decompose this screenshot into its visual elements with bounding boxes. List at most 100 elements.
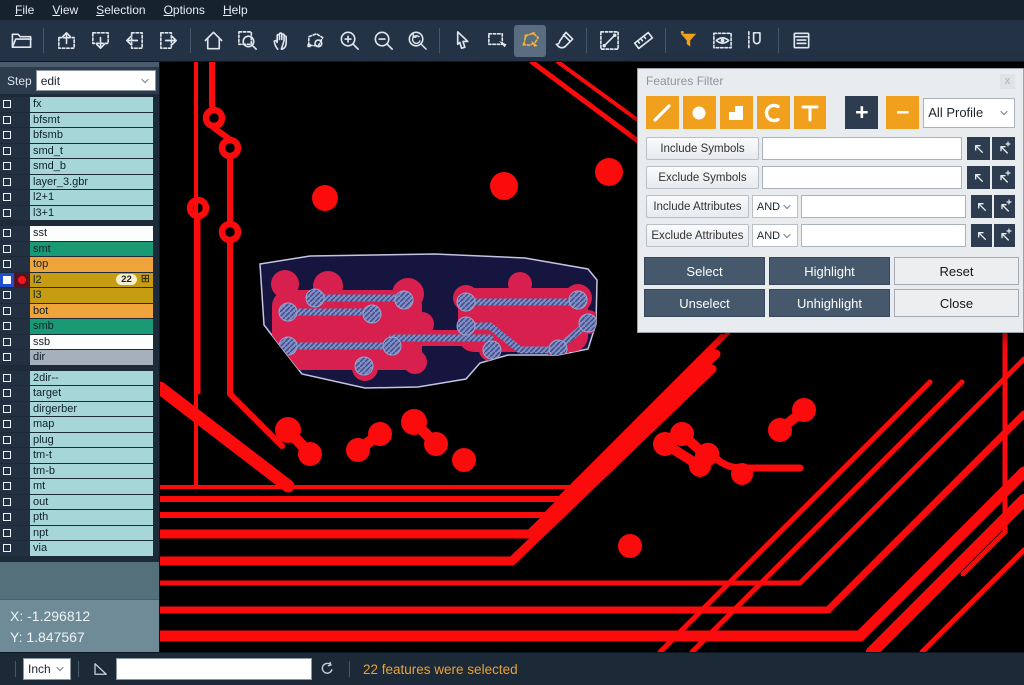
home-button[interactable] [197,25,229,57]
remove-filter-button[interactable]: − [886,96,919,129]
layer-name[interactable]: smd_t [30,144,153,159]
layer-active-indicator[interactable] [14,417,30,432]
layer-row-pth[interactable]: pth [0,510,159,525]
close-icon[interactable]: x [1000,74,1015,89]
layer-name[interactable]: 2dir-- [30,371,153,386]
layer-checkbox[interactable] [0,128,14,143]
layer-checkbox[interactable] [0,417,14,432]
layer-name[interactable]: bot [30,304,153,319]
include-attributes-button[interactable]: Include Attributes [646,195,749,218]
measure-ruler-button[interactable] [627,25,659,57]
layer-row-smt[interactable]: smt [0,242,159,257]
layer-active-indicator[interactable] [14,371,30,386]
feature-info-button[interactable] [785,25,817,57]
move-down-button[interactable] [84,25,116,57]
layer-active-indicator[interactable] [14,97,30,112]
layer-checkbox[interactable] [0,288,14,303]
close-button[interactable]: Close [894,289,1019,317]
layer-name[interactable]: map [30,417,153,432]
layer-row-target[interactable]: target [0,386,159,401]
exclude-attributes-input[interactable] [801,224,966,247]
layer-active-indicator[interactable] [14,144,30,159]
layer-checkbox[interactable] [0,226,14,241]
feature-type-text-button[interactable] [794,96,827,129]
select-polygon-button[interactable] [514,25,546,57]
layer-checkbox[interactable] [0,242,14,257]
layer-active-indicator[interactable] [14,541,30,556]
include-symbols-button[interactable]: Include Symbols [646,137,759,160]
layer-name[interactable]: dir [30,350,153,365]
layer-row-l3-1[interactable]: l3+1 [0,206,159,221]
layer-checkbox[interactable] [0,541,14,556]
layer-row-bfsmt[interactable]: bfsmt [0,113,159,128]
layer-checkbox[interactable] [0,273,14,288]
layer-row-layer-3-gbr[interactable]: layer_3.gbr [0,175,159,190]
feature-type-surface-button[interactable] [720,96,753,129]
layer-active-indicator[interactable] [14,479,30,494]
layer-row-plug[interactable]: plug [0,433,159,448]
layer-checkbox[interactable] [0,510,14,525]
move-right-button[interactable] [152,25,184,57]
grid-icon[interactable]: ⊞ [141,274,150,285]
layer-active-indicator[interactable] [14,495,30,510]
layer-name[interactable]: smb [30,319,153,334]
layer-checkbox[interactable] [0,386,14,401]
layer-active-indicator[interactable] [14,113,30,128]
layer-checkbox[interactable] [0,402,14,417]
include-attributes-operator-select[interactable]: AND [752,195,798,218]
pick-arrow-add-button[interactable] [992,137,1015,160]
menu-view[interactable]: View [43,0,87,20]
pan-hand-button[interactable] [265,25,297,57]
layer-active-indicator[interactable] [14,386,30,401]
layer-name[interactable]: smd_b [30,159,153,174]
layer-active-indicator[interactable] [14,226,30,241]
layer-active-indicator[interactable] [14,273,30,288]
layer-row-via[interactable]: via [0,541,159,556]
layer-name[interactable]: l2+1 [30,190,153,205]
layer-checkbox[interactable] [0,144,14,159]
layer-row-bfsmb[interactable]: bfsmb [0,128,159,143]
zoom-out-button[interactable] [367,25,399,57]
layer-active-indicator[interactable] [14,335,30,350]
pick-arrow-add-button[interactable] [994,224,1015,247]
exclude-attributes-button[interactable]: Exclude Attributes [646,224,749,247]
layer-checkbox[interactable] [0,319,14,334]
layer-row-sst[interactable]: sst [0,226,159,241]
feature-type-line-button[interactable] [646,96,679,129]
layer-checkbox[interactable] [0,190,14,205]
menu-selection[interactable]: Selection [87,0,154,20]
command-input[interactable] [116,658,312,680]
step-select[interactable]: edit [36,70,156,91]
include-symbols-input[interactable] [762,137,962,160]
zoom-polygon-button[interactable] [299,25,331,57]
layer-name[interactable]: tm-t [30,448,153,463]
layer-checkbox[interactable] [0,97,14,112]
layer-active-indicator[interactable] [14,190,30,205]
layer-name[interactable]: tm-b [30,464,153,479]
move-left-button[interactable] [118,25,150,57]
layer-row-smd-b[interactable]: smd_b [0,159,159,174]
layer-checkbox[interactable] [0,479,14,494]
layer-row-tm-b[interactable]: tm-b [0,464,159,479]
layer-name[interactable]: l3+1 [30,206,153,221]
layer-name[interactable]: smt [30,242,153,257]
exclude-symbols-input[interactable] [762,166,962,189]
pick-arrow-button[interactable] [971,224,992,247]
corner-angle-icon[interactable] [92,660,110,678]
layer-checkbox[interactable] [0,175,14,190]
measure-line-button[interactable] [593,25,625,57]
layer-name[interactable]: plug [30,433,153,448]
layer-checkbox[interactable] [0,433,14,448]
layer-name[interactable]: npt [30,526,153,541]
layer-row-mt[interactable]: mt [0,479,159,494]
layer-checkbox[interactable] [0,159,14,174]
layer-name[interactable]: l222⊞ [30,273,153,288]
layer-name[interactable]: layer_3.gbr [30,175,153,190]
menu-help[interactable]: Help [214,0,257,20]
layer-name[interactable]: bfsmb [30,128,153,143]
layer-name[interactable]: out [30,495,153,510]
layer-row-dirgerber[interactable]: dirgerber [0,402,159,417]
include-attributes-input[interactable] [801,195,966,218]
layer-checkbox[interactable] [0,335,14,350]
open-folder-button[interactable] [5,25,37,57]
